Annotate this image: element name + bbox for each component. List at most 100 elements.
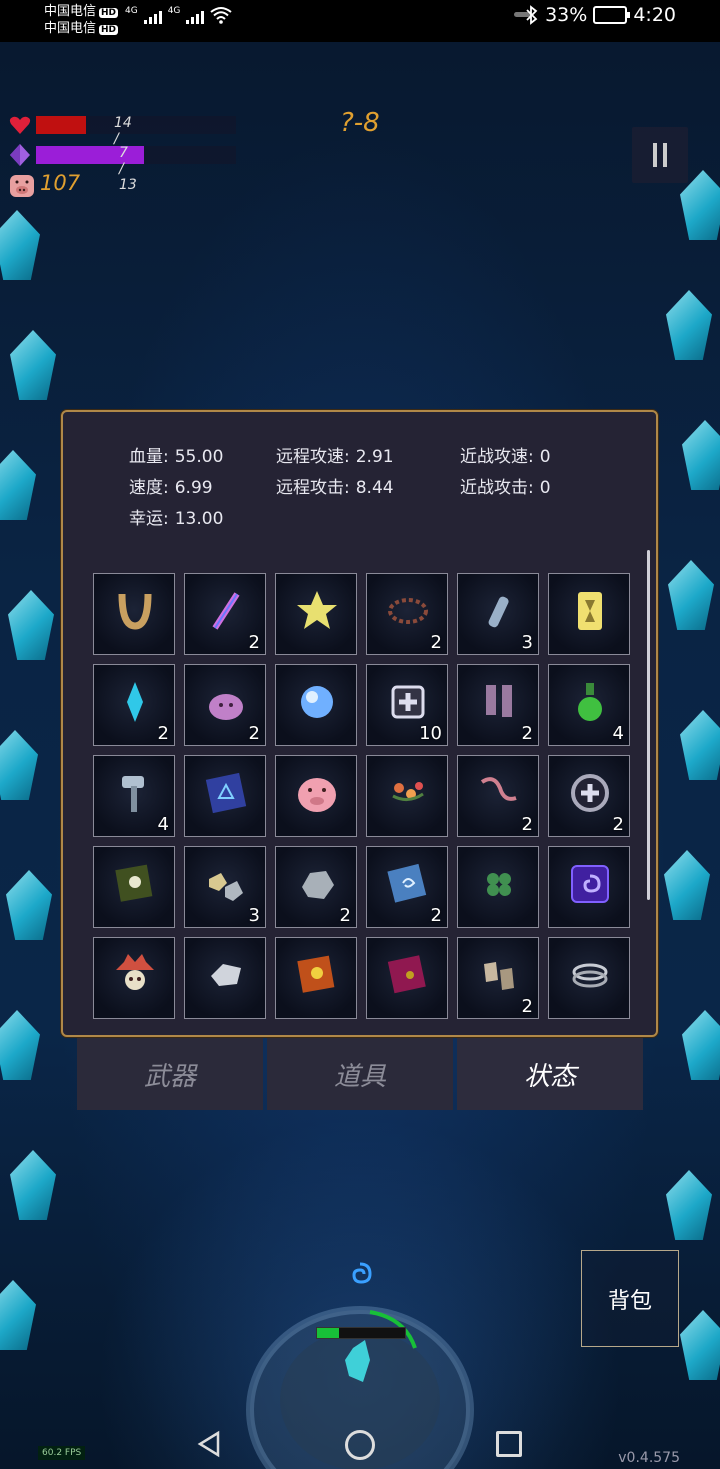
piggy-bank-icon	[298, 778, 336, 812]
item-slot[interactable]	[548, 573, 630, 655]
clover-icon	[487, 873, 511, 896]
item-slot[interactable]	[93, 573, 175, 655]
crystal-wall-right	[650, 150, 720, 1409]
item-slot[interactable]: 3	[184, 846, 266, 928]
orb-icon	[301, 686, 333, 718]
item-slot[interactable]	[366, 937, 448, 1019]
potion-icon	[578, 683, 602, 721]
tab-items[interactable]: 道具	[267, 1038, 453, 1110]
item-slot[interactable]: 2	[275, 846, 357, 928]
system-nav-bar	[0, 1415, 720, 1469]
item-slot[interactable]	[275, 937, 357, 1019]
item-slot[interactable]	[366, 755, 448, 837]
flower-wreath-icon	[392, 782, 424, 801]
item-count: 2	[248, 632, 260, 653]
item-slot[interactable]	[93, 846, 175, 928]
thorn-crown-icon	[388, 598, 428, 624]
crystal-icon	[127, 682, 143, 722]
item-slot[interactable]	[275, 755, 357, 837]
portal-icon	[352, 1262, 372, 1284]
hp-row: 14 / 55	[8, 112, 236, 163]
battery-icon	[593, 6, 631, 24]
item-count: 2	[248, 723, 260, 744]
item-slot[interactable]: 4	[93, 755, 175, 837]
signal-icon-2	[186, 11, 205, 24]
item-count: 2	[339, 905, 351, 926]
item-slot[interactable]	[548, 846, 630, 928]
item-slot[interactable]	[184, 755, 266, 837]
item-slot[interactable]: 2	[93, 664, 175, 746]
item-slot[interactable]	[184, 937, 266, 1019]
swirl-book-icon	[387, 863, 427, 903]
backpack-button[interactable]: 背包	[581, 1250, 679, 1347]
item-slot[interactable]: 2	[184, 664, 266, 746]
crystal-wall-left	[0, 150, 70, 1409]
worm-icon	[480, 777, 517, 801]
red-book-icon	[387, 955, 426, 994]
item-count: 10	[419, 723, 442, 744]
heart-icon	[9, 116, 31, 134]
carrier-label-2: 中国电信 HD	[44, 21, 119, 36]
item-slot[interactable]: 2	[366, 573, 448, 655]
vortex-cube-icon	[571, 865, 609, 903]
item-slot[interactable]	[275, 664, 357, 746]
item-count: 2	[612, 814, 624, 835]
coin-count: 107	[40, 171, 81, 195]
hammer-icon	[122, 776, 144, 812]
item-slot[interactable]: 2	[457, 755, 539, 837]
item-count: 2	[430, 905, 442, 926]
item-count: 2	[430, 632, 442, 653]
grid-scrollbar[interactable]	[647, 550, 650, 900]
item-slot[interactable]: 2	[457, 937, 539, 1019]
stat-speed: 速度: 6.99	[129, 478, 213, 498]
silver-stone-icon	[211, 964, 241, 986]
clock: 4:20	[633, 4, 676, 26]
item-slot[interactable]: 2	[366, 846, 448, 928]
rock-boots-icon	[484, 962, 514, 990]
item-slot[interactable]	[457, 846, 539, 928]
level-indicator: ?-8	[340, 108, 380, 138]
stat-ranged-speed: 远程攻速: 2.91	[276, 447, 394, 467]
item-slot[interactable]: 4	[548, 664, 630, 746]
medkit-icon	[391, 685, 425, 719]
item-slot[interactable]: 10	[366, 664, 448, 746]
hourglass-card-icon	[578, 592, 602, 630]
pause-button[interactable]	[632, 127, 688, 183]
item-slot[interactable]: 2	[457, 664, 539, 746]
mp-text: 7 / 13	[119, 145, 137, 193]
slime-icon	[209, 694, 243, 720]
battery-percent: 33%	[545, 4, 588, 26]
item-slot[interactable]: 2	[184, 573, 266, 655]
double-ring-icon	[572, 963, 608, 988]
back-icon[interactable]	[196, 1430, 224, 1458]
system-status-bar: 中国电信 HD 中国电信 HD 4G 4G 33% 4:20	[0, 0, 720, 42]
inventory-panel: 血量: 55.00 速度: 6.99 幸运: 13.00 远程攻速: 2.91 远程攻击…	[61, 410, 658, 1037]
item-slot[interactable]	[275, 573, 357, 655]
item-count: 2	[521, 814, 533, 835]
item-count: 2	[521, 723, 533, 744]
tab-weapons[interactable]: 武器	[77, 1038, 263, 1110]
ore-icon	[209, 873, 243, 901]
mana-gem-icon	[10, 144, 30, 166]
coin-row: 107	[8, 171, 80, 198]
item-slot[interactable]: 2	[548, 755, 630, 837]
home-icon[interactable]	[345, 1430, 375, 1460]
recent-apps-icon[interactable]	[496, 1431, 522, 1457]
stat-ranged-attack: 远程攻击: 8.44	[276, 478, 394, 498]
item-slot[interactable]	[93, 937, 175, 1019]
boots-icon	[486, 685, 512, 717]
spellbook-icon	[205, 772, 247, 814]
item-slot[interactable]: 3	[457, 573, 539, 655]
gold-book-icon	[297, 955, 335, 993]
bluetooth-icon	[526, 5, 538, 25]
horseshoe-icon	[118, 593, 152, 630]
health-ring-icon	[571, 774, 609, 812]
stat-melee-speed: 近战攻速: 0	[460, 447, 551, 467]
item-count: 2	[157, 723, 169, 744]
network-type-1: 4G	[125, 6, 138, 16]
item-slot[interactable]	[548, 937, 630, 1019]
item-count: 3	[248, 905, 260, 926]
network-type-2: 4G	[167, 6, 181, 16]
tab-status[interactable]: 状态	[457, 1038, 643, 1110]
item-count: 4	[157, 814, 169, 835]
